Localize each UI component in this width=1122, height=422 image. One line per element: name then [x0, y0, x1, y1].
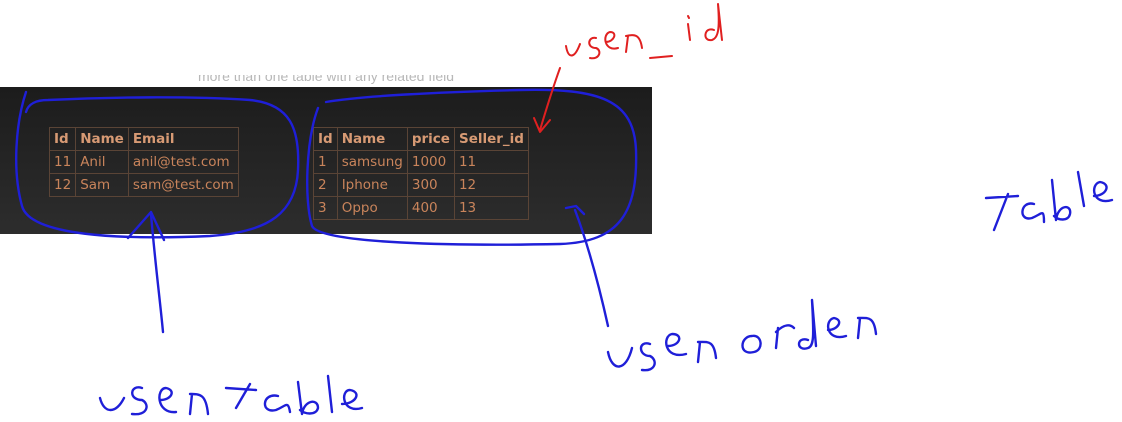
- user-table-circle: [15, 90, 300, 239]
- user-table-arrowhead: [126, 210, 166, 242]
- handwritten-annotations: [15, 3, 1114, 416]
- order-table-arrow: [573, 208, 610, 328]
- user-id-handwriting: [565, 3, 723, 60]
- user-order-table-handwriting: [606, 170, 1114, 372]
- order-table-circle: [306, 88, 638, 246]
- user-table-handwriting: [98, 374, 364, 416]
